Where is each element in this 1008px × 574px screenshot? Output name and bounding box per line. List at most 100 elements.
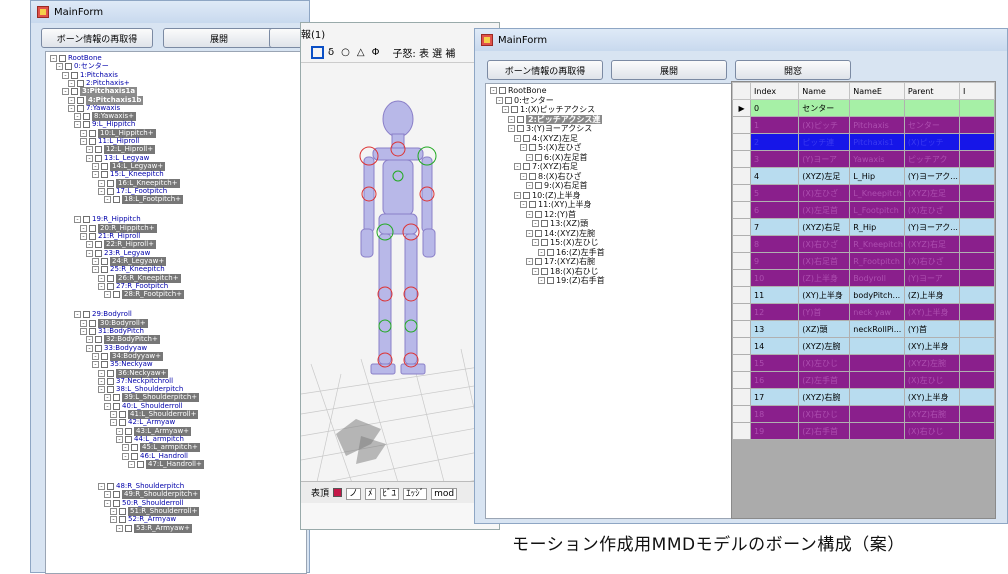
grid-row[interactable]: 8 (X)右ひざ R_Kneepitch (XYZ)右足 (732, 235, 995, 253)
checkbox[interactable] (101, 352, 108, 360)
grid-cell[interactable]: 17 (750, 388, 800, 406)
checkbox[interactable] (119, 516, 126, 524)
checkbox[interactable] (101, 257, 108, 265)
checkbox[interactable] (89, 224, 96, 232)
checkbox[interactable] (89, 138, 96, 145)
grid-row[interactable]: 1 (X)ピッチ Pitchaxis センター (732, 116, 995, 134)
status-toggle-button[interactable]: mod (431, 488, 458, 500)
grid-cell[interactable]: (XYZ)右腕 (903, 405, 960, 423)
grid-row[interactable]: 10 (Z)上半身 Bodyroll (Y)ヨーア (732, 269, 995, 287)
expand-toggle-icon[interactable]: - (80, 319, 87, 327)
checkbox[interactable] (125, 427, 132, 435)
grid-cell[interactable] (958, 405, 995, 423)
checkbox[interactable] (95, 344, 102, 352)
expand-toggle-icon[interactable]: - (92, 352, 99, 360)
expand-toggle-icon[interactable]: - (98, 386, 105, 394)
right-title-bar[interactable]: MainForm (475, 29, 1007, 51)
grid-cell[interactable]: 1 (750, 116, 800, 134)
checkbox[interactable] (523, 191, 530, 199)
checkbox[interactable] (71, 88, 78, 96)
grid-cell[interactable]: (Y)首 (903, 320, 960, 338)
expand-toggle-icon[interactable]: - (74, 113, 81, 121)
grid-cell[interactable]: Pitchaxis (849, 116, 905, 134)
checkbox[interactable] (535, 182, 542, 189)
row-header-cell[interactable] (732, 286, 752, 304)
row-header-cell[interactable] (732, 235, 752, 253)
grid-cell[interactable]: Yawaxis (849, 150, 905, 168)
grid-cell[interactable]: 4 (750, 167, 800, 185)
expand-toggle-icon[interactable]: - (502, 106, 509, 113)
tree-node[interactable]: - 3:(Y)ヨーアクシス (508, 124, 592, 133)
grid-cell[interactable] (958, 422, 995, 440)
grid-cell[interactable] (849, 422, 905, 440)
expand-toggle-icon[interactable]: - (86, 336, 93, 344)
row-header-cell[interactable] (732, 201, 752, 219)
grid-cell[interactable] (958, 133, 995, 151)
checkbox[interactable] (125, 524, 132, 532)
expand-toggle-icon[interactable]: - (86, 249, 93, 257)
expand-toggle-icon[interactable]: - (74, 121, 81, 129)
checkbox[interactable] (113, 402, 120, 410)
checkbox[interactable] (77, 79, 84, 87)
tree-node[interactable]: - 9:(X)右足首 (526, 181, 588, 190)
tree-node[interactable]: - 4:(XYZ)左足 (514, 134, 578, 143)
expand-button[interactable]: 展開 (163, 28, 275, 48)
checkbox[interactable] (541, 220, 548, 227)
grid-cell[interactable]: (X)左ひざ (798, 184, 851, 202)
grid-row[interactable]: 17 (XYZ)右腕 (XY)上半身 (732, 388, 995, 406)
expand-toggle-icon[interactable]: - (508, 115, 515, 123)
expand-toggle-icon[interactable]: - (80, 129, 87, 137)
grid-cell[interactable] (958, 371, 995, 389)
grid-cell[interactable]: 0 (750, 99, 800, 117)
checkbox[interactable] (101, 171, 108, 179)
expand-toggle-icon[interactable]: - (86, 154, 93, 162)
expand-toggle-icon[interactable]: - (98, 377, 105, 385)
tree-node[interactable]: - 47:L_Handroll+ (128, 459, 204, 469)
row-header-cell[interactable] (732, 371, 752, 389)
expand-toggle-icon[interactable]: - (68, 96, 75, 104)
grid-row[interactable]: 5 (X)左ひざ L_Kneepitch (XYZ)左足 (732, 184, 995, 202)
expand-toggle-icon[interactable]: - (520, 201, 527, 208)
grid-cell[interactable]: (Z)上半身 (903, 286, 960, 304)
reload-bone-info-button[interactable]: ボーン情報の再取得 (41, 28, 153, 48)
checkbox[interactable] (95, 249, 102, 257)
expand-toggle-icon[interactable]: - (526, 153, 533, 161)
checkbox[interactable] (71, 71, 78, 79)
grid-row[interactable]: 14 (XYZ)左腕 (XY)上半身 (732, 337, 995, 355)
expand-toggle-icon[interactable]: - (80, 138, 87, 145)
checkbox[interactable] (113, 499, 120, 507)
grid-cell[interactable]: Pitchaxis1 (849, 133, 905, 151)
grid-cell[interactable]: (X)右足首 (798, 252, 851, 270)
grid-cell[interactable] (958, 184, 995, 202)
grid-cell[interactable]: (X)ピッチ (903, 133, 960, 151)
expand-toggle-icon[interactable]: - (86, 146, 93, 154)
grid-cell[interactable]: 18 (750, 405, 800, 423)
grid-row[interactable]: 15 (X)左ひじ (XYZ)左腕 (732, 354, 995, 372)
grid-cell[interactable]: 14 (750, 337, 800, 355)
grid-row[interactable]: 12 (Y)首 neck yaw (XY)上半身 (732, 303, 995, 321)
grid-cell[interactable]: (X)右ひじ (903, 422, 960, 440)
expand-toggle-icon[interactable]: - (514, 134, 521, 142)
expand-toggle-icon[interactable]: - (50, 55, 57, 62)
row-header-cell[interactable] (732, 320, 752, 338)
grid-cell[interactable]: (XY)上半身 (903, 388, 960, 406)
expand-toggle-icon[interactable]: - (62, 71, 69, 79)
tree-node[interactable]: - 28:R_Footpitch+ (104, 290, 184, 300)
grid-cell[interactable] (958, 235, 995, 253)
expand-toggle-icon[interactable]: - (86, 241, 93, 249)
grid-cell[interactable] (849, 354, 905, 372)
expand-toggle-icon[interactable]: - (68, 104, 75, 112)
grid-cell[interactable]: ピッチアク (903, 150, 960, 168)
checkbox[interactable] (541, 239, 548, 246)
checkbox[interactable] (95, 146, 102, 154)
grid-cell[interactable] (958, 201, 995, 219)
grid-row[interactable]: 3 (Y)ヨーア Yawaxis ピッチアク (732, 150, 995, 168)
expand-toggle-icon[interactable]: - (86, 344, 93, 352)
grid-cell[interactable]: 5 (750, 184, 800, 202)
grid-cell[interactable]: 8 (750, 235, 800, 253)
checkbox[interactable] (113, 291, 120, 299)
checkbox[interactable] (77, 104, 84, 112)
expand-toggle-icon[interactable]: - (104, 402, 111, 410)
grid-cell[interactable]: (X)ピッチ (798, 116, 851, 134)
checkbox[interactable] (523, 134, 530, 142)
